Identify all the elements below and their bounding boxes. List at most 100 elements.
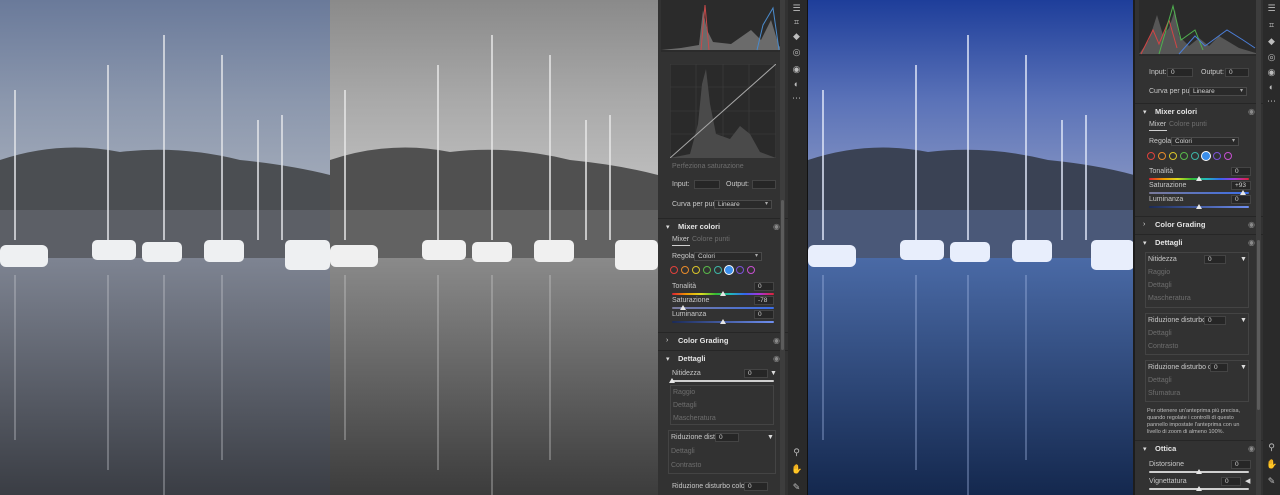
noise-value[interactable]: 0 bbox=[1204, 316, 1226, 325]
saturation-slider[interactable] bbox=[672, 307, 774, 309]
color-swatch-1[interactable] bbox=[1158, 152, 1166, 160]
noise-detail-label: Dettagli bbox=[1148, 330, 1172, 337]
sharpen-value[interactable]: 0 bbox=[1204, 255, 1226, 264]
noise-value[interactable]: 0 bbox=[715, 433, 739, 442]
vignette-slider-thumb[interactable] bbox=[1196, 486, 1202, 491]
color-swatch-0[interactable] bbox=[670, 266, 678, 274]
eye-icon[interactable]: ◉ bbox=[1248, 107, 1255, 116]
output-label: Output: bbox=[1201, 69, 1224, 76]
color-swatch-4[interactable] bbox=[714, 266, 722, 274]
output-field[interactable]: 0 bbox=[1225, 68, 1249, 77]
tab-color-points[interactable]: Colore punti bbox=[1169, 120, 1207, 130]
more-icon[interactable]: ⋯ bbox=[1266, 96, 1277, 107]
color-noise-value[interactable]: 0 bbox=[744, 482, 768, 491]
triangle-down-icon[interactable]: ▼ bbox=[1240, 255, 1247, 265]
section-color-grading-header[interactable]: › Color Grading ◉ bbox=[658, 332, 788, 348]
saturation-slider[interactable] bbox=[1149, 192, 1249, 194]
input-field[interactable] bbox=[694, 180, 720, 189]
crop-icon[interactable]: ⌗ bbox=[791, 17, 802, 28]
vignette-value[interactable]: 0 bbox=[1221, 477, 1241, 486]
saturation-value[interactable]: -78 bbox=[754, 296, 774, 305]
chevron-down-icon: ▾ bbox=[666, 224, 670, 231]
luminance-value[interactable]: 0 bbox=[754, 310, 774, 319]
zoom-icon[interactable]: ◎ bbox=[791, 47, 802, 58]
tab-color-points[interactable]: Colore punti bbox=[692, 235, 730, 245]
triangle-down-icon[interactable]: ▼ bbox=[1240, 363, 1247, 373]
edit-icon[interactable]: ☰ bbox=[791, 3, 802, 14]
panel-scrollbar[interactable] bbox=[1256, 0, 1261, 495]
zoom-tool-icon[interactable]: ⚲ bbox=[791, 447, 802, 458]
eye-icon[interactable]: ◉ bbox=[773, 336, 780, 345]
zoom-tool-icon[interactable]: ⚲ bbox=[1266, 442, 1277, 453]
saturation-value[interactable]: +93 bbox=[1231, 181, 1251, 190]
eye-icon[interactable]: ◉ bbox=[1248, 238, 1255, 247]
luminance-slider-thumb[interactable] bbox=[1196, 204, 1202, 209]
eye-icon[interactable]: ◉ bbox=[1248, 444, 1255, 453]
tone-curve-graph[interactable] bbox=[670, 64, 776, 158]
color-swatch-2[interactable] bbox=[1169, 152, 1177, 160]
section-mixer-header[interactable]: ▾ Mixer colori ◉ bbox=[658, 218, 788, 234]
color-noise-value[interactable]: 0 bbox=[1210, 363, 1228, 372]
triangle-down-icon[interactable]: ▼ bbox=[1240, 316, 1247, 326]
tab-mixer[interactable]: Mixer bbox=[672, 236, 689, 243]
hand-icon[interactable]: ✋ bbox=[791, 464, 802, 475]
distortion-slider-thumb[interactable] bbox=[1196, 469, 1202, 474]
section-color-grading-header[interactable]: › Color Grading ◉ bbox=[1135, 216, 1263, 232]
radius-label: Raggio bbox=[673, 389, 696, 396]
eyedropper-icon[interactable]: ✎ bbox=[1266, 476, 1277, 487]
hue-value[interactable]: 0 bbox=[754, 282, 774, 291]
distortion-value[interactable]: 0 bbox=[1231, 460, 1251, 469]
tab-mixer[interactable]: Mixer bbox=[1149, 121, 1166, 128]
panel-scrollbar[interactable] bbox=[780, 0, 785, 495]
section-details-header[interactable]: ▾ Dettagli ◉ bbox=[1135, 234, 1263, 250]
sharpen-subpanel: Nitidezza 0 ▼ Raggio Dettagli Mascheratu… bbox=[1145, 252, 1249, 308]
section-details-header[interactable]: ▾ Dettagli ◉ bbox=[658, 350, 788, 366]
hue-value[interactable]: 0 bbox=[1231, 167, 1251, 176]
sharpen-value[interactable]: 0 bbox=[744, 369, 768, 378]
triangle-down-icon[interactable]: ▼ bbox=[767, 433, 774, 443]
curve-select[interactable]: Lineare ▾ bbox=[1189, 87, 1247, 96]
sharpen-slider[interactable] bbox=[672, 380, 774, 382]
zoom-icon[interactable]: ◎ bbox=[1266, 52, 1277, 63]
crop-icon[interactable]: ⌗ bbox=[1266, 20, 1277, 31]
color-swatch-1[interactable] bbox=[681, 266, 689, 274]
edit-icon[interactable]: ☰ bbox=[1266, 3, 1277, 14]
sharpen-slider-thumb[interactable] bbox=[669, 378, 675, 383]
curve-select[interactable]: Lineare ▾ bbox=[714, 200, 772, 209]
noise-subpanel: Riduzione disturbo 0 ▼ Dettagli Contrast… bbox=[668, 430, 776, 474]
eye-icon[interactable]: ◉ bbox=[773, 222, 780, 231]
luminance-value[interactable]: 0 bbox=[1231, 195, 1251, 204]
color-swatch-2[interactable] bbox=[692, 266, 700, 274]
color-swatch-0[interactable] bbox=[1147, 152, 1155, 160]
section-optics-header[interactable]: ▾ Ottica ◉ bbox=[1135, 440, 1263, 456]
eraser-icon[interactable]: ◆ bbox=[791, 31, 802, 42]
color-swatch-5[interactable] bbox=[725, 266, 733, 274]
color-swatch-5[interactable] bbox=[1202, 152, 1210, 160]
more-icon[interactable]: ⋯ bbox=[791, 93, 802, 104]
color-swatch-4[interactable] bbox=[1191, 152, 1199, 160]
section-mixer-header[interactable]: ▾ Mixer colori ◉ bbox=[1135, 103, 1263, 119]
adjust-select[interactable]: Colori ▾ bbox=[694, 252, 762, 261]
luminance-slider-thumb[interactable] bbox=[720, 319, 726, 324]
input-field[interactable]: 0 bbox=[1167, 68, 1193, 77]
color-swatch-6[interactable] bbox=[1213, 152, 1221, 160]
triangle-left-icon[interactable]: ◀ bbox=[1245, 477, 1250, 487]
eraser-icon[interactable]: ◆ bbox=[1266, 36, 1277, 47]
color-swatch-6[interactable] bbox=[736, 266, 744, 274]
eye-icon[interactable]: ◉ bbox=[791, 64, 802, 75]
triangle-down-icon[interactable]: ▼ bbox=[770, 369, 777, 379]
color-swatch-7[interactable] bbox=[1224, 152, 1232, 160]
presets-icon[interactable]: ◐ bbox=[791, 79, 802, 90]
eye-icon[interactable]: ◉ bbox=[773, 354, 780, 363]
section-title: Mixer colori bbox=[678, 222, 721, 231]
hand-icon[interactable]: ✋ bbox=[1266, 459, 1277, 470]
color-swatch-3[interactable] bbox=[703, 266, 711, 274]
adjust-select[interactable]: Colori ▾ bbox=[1171, 137, 1239, 146]
eye-icon[interactable]: ◉ bbox=[1248, 220, 1255, 229]
presets-icon[interactable]: ◐ bbox=[1266, 82, 1277, 93]
output-field[interactable] bbox=[752, 180, 776, 189]
eye-icon[interactable]: ◉ bbox=[1266, 67, 1277, 78]
color-swatch-3[interactable] bbox=[1180, 152, 1188, 160]
color-swatch-7[interactable] bbox=[747, 266, 755, 274]
eyedropper-icon[interactable]: ✎ bbox=[791, 482, 802, 493]
